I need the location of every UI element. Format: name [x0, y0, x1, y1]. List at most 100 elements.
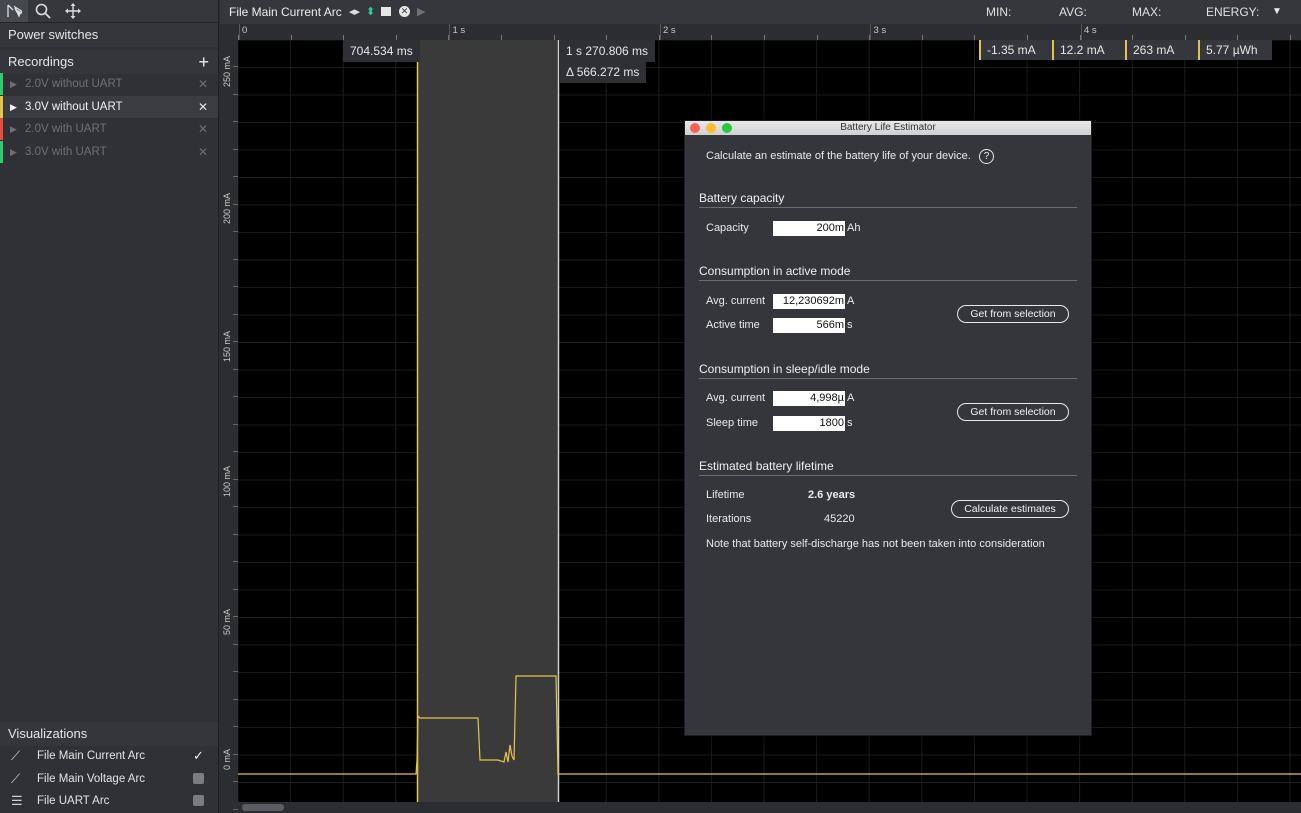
sleep-time-input[interactable]: 1800 [773, 416, 845, 431]
time-ruler: 0 1 s 2 s 3 s 4 s [238, 24, 1301, 41]
recording-item[interactable]: ▶ 3.0V with UART ✕ [0, 140, 218, 163]
lifetime-label: Lifetime [706, 489, 745, 501]
divider [699, 378, 1077, 379]
avg-label: AVG: [1059, 5, 1087, 19]
remove-recording-icon[interactable]: ✕ [198, 96, 208, 118]
pan-icon[interactable] [59, 0, 87, 22]
visualization-item[interactable]: ⟋ File Main Voltage Arc [0, 768, 218, 790]
active-time-unit: s [847, 319, 853, 331]
marker-start-label: 704.534 ms [350, 44, 413, 58]
list-icon: ☰ [11, 793, 23, 808]
expand-triangle-icon[interactable]: ▶ [10, 73, 17, 95]
visualizations-label: Visualizations [8, 726, 88, 741]
y-axis-label: 200 mA [222, 192, 232, 224]
ruler-tick-label: 0 [242, 25, 248, 36]
active-mode-heading: Consumption in active mode [699, 264, 851, 278]
horizontal-scrollbar[interactable] [238, 802, 1301, 813]
active-current-label: Avg. current [706, 295, 766, 307]
sleep-current-input[interactable]: 4,998µ [773, 391, 845, 406]
remove-recording-icon[interactable]: ✕ [198, 73, 208, 95]
expand-horizontal-icon[interactable]: ◂▸ [349, 0, 360, 24]
sleep-get-from-selection-button[interactable]: Get from selection [957, 403, 1069, 421]
y-axis-label: 100 mA [222, 465, 232, 497]
lifetime-value: 2.6 years [808, 489, 856, 501]
expand-vertical-icon[interactable]: ⬍ [366, 0, 375, 24]
ruler-tick-label: 3 s [873, 25, 887, 36]
divider [699, 280, 1077, 281]
dropdown-arrow-icon[interactable]: ▼ [1272, 0, 1282, 24]
active-time-label: Active time [706, 319, 760, 331]
marker-end-label: 1 s 270.806 ms [566, 44, 649, 58]
expand-triangle-icon[interactable]: ▶ [10, 96, 17, 118]
visualization-checkbox[interactable] [193, 795, 204, 806]
clear-icon[interactable]: ✕ [399, 6, 410, 17]
max-value: 263 mA [1125, 40, 1198, 60]
y-axis-label: 50 mA [222, 608, 232, 635]
visualization-checkbox[interactable]: ✓ [193, 745, 204, 763]
visualization-label: File Main Current Arc [37, 750, 146, 762]
avg-value: 12.2 mA [1052, 40, 1125, 60]
sleep-current-label: Avg. current [706, 392, 766, 404]
dialog-titlebar[interactable]: Battery Life Estimator [685, 121, 1091, 135]
expand-triangle-icon[interactable]: ▶ [10, 141, 17, 163]
remove-recording-icon[interactable]: ✕ [198, 118, 208, 140]
visualization-item[interactable]: ☰ File UART Arc [0, 790, 218, 812]
energy-label: ENERGY: [1206, 5, 1260, 19]
ruler-major-tick [1080, 24, 1082, 40]
y-axis: 250 mA 200 mA 150 mA 100 mA 50 mA 0 mA [220, 40, 238, 810]
recording-item[interactable]: ▶ 2.0V without UART ✕ [0, 73, 218, 95]
dialog-intro: Calculate an estimate of the battery lif… [706, 150, 971, 162]
sleep-time-unit: s [847, 417, 853, 429]
sleep-mode-heading: Consumption in sleep/idle mode [699, 362, 870, 376]
add-recording-icon[interactable]: + [198, 50, 209, 74]
select-tool-icon[interactable] [0, 0, 28, 22]
ruler-tick-label: 4 s [1084, 25, 1097, 36]
capacity-unit: Ah [847, 222, 861, 234]
step-forward-icon[interactable]: ▶ [417, 0, 425, 24]
active-time-input[interactable]: 566m [773, 318, 845, 333]
capacity-label: Capacity [706, 222, 749, 234]
visualization-item[interactable]: ⟋ File Main Current Arc ✓ [0, 745, 218, 767]
visualizations-header: Visualizations [0, 722, 218, 746]
ruler-tick-label: 2 s [663, 25, 676, 36]
marker-delta-time: Δ 566.272 ms [559, 61, 647, 83]
y-axis-label: 150 mA [222, 330, 232, 362]
iterations-value: 45220 [824, 513, 855, 525]
calculate-estimates-button[interactable]: Calculate estimates [951, 500, 1069, 518]
line-chart-icon: ⟋ [11, 770, 21, 786]
remove-recording-icon[interactable]: ✕ [198, 141, 208, 163]
power-switches-header[interactable]: Power switches [0, 23, 218, 47]
window-icon[interactable] [381, 7, 391, 16]
sleep-current-unit: A [847, 392, 855, 404]
recording-item[interactable]: ▶ 2.0V with UART ✕ [0, 118, 218, 140]
capacity-input[interactable]: 200m [773, 221, 845, 236]
y-axis-label: 250 mA [222, 55, 232, 87]
minimize-window-icon[interactable] [706, 123, 716, 133]
chart-top-bar: File Main Current Arc ◂▸ ⬍ ✕ ▶ MIN: AVG:… [220, 0, 1301, 24]
active-current-input[interactable]: 12,230692m [773, 294, 845, 309]
dialog-title: Battery Life Estimator [840, 122, 936, 133]
active-get-from-selection-button[interactable]: Get from selection [957, 305, 1069, 323]
zoom-icon[interactable] [29, 0, 57, 22]
recording-color-stripe [0, 73, 3, 95]
recordings-header: Recordings + [0, 50, 218, 74]
close-window-icon[interactable] [690, 123, 700, 133]
battery-capacity-heading: Battery capacity [699, 191, 785, 205]
recordings-label: Recordings [8, 54, 74, 69]
recording-label: 2.0V with UART [25, 123, 107, 135]
ruler-tick-label: 1 s [452, 25, 466, 36]
expand-triangle-icon[interactable]: ▶ [10, 118, 17, 140]
help-icon[interactable]: ? [979, 149, 994, 164]
recording-item[interactable]: ▶ 3.0V without UART ✕ [0, 95, 218, 118]
scrollbar-thumb[interactable] [242, 804, 284, 811]
energy-value: 5.77 µWh [1198, 40, 1272, 60]
divider [699, 475, 1077, 476]
min-label: MIN: [986, 5, 1012, 19]
recording-color-stripe [0, 118, 3, 140]
marker-end-time: 1 s 270.806 ms [559, 40, 656, 62]
maximize-window-icon[interactable] [722, 123, 732, 133]
visualization-checkbox[interactable] [193, 772, 204, 784]
chart-title: File Main Current Arc [229, 5, 342, 19]
marker-start-time: 704.534 ms [343, 40, 420, 62]
recording-label: 3.0V with UART [25, 145, 107, 158]
